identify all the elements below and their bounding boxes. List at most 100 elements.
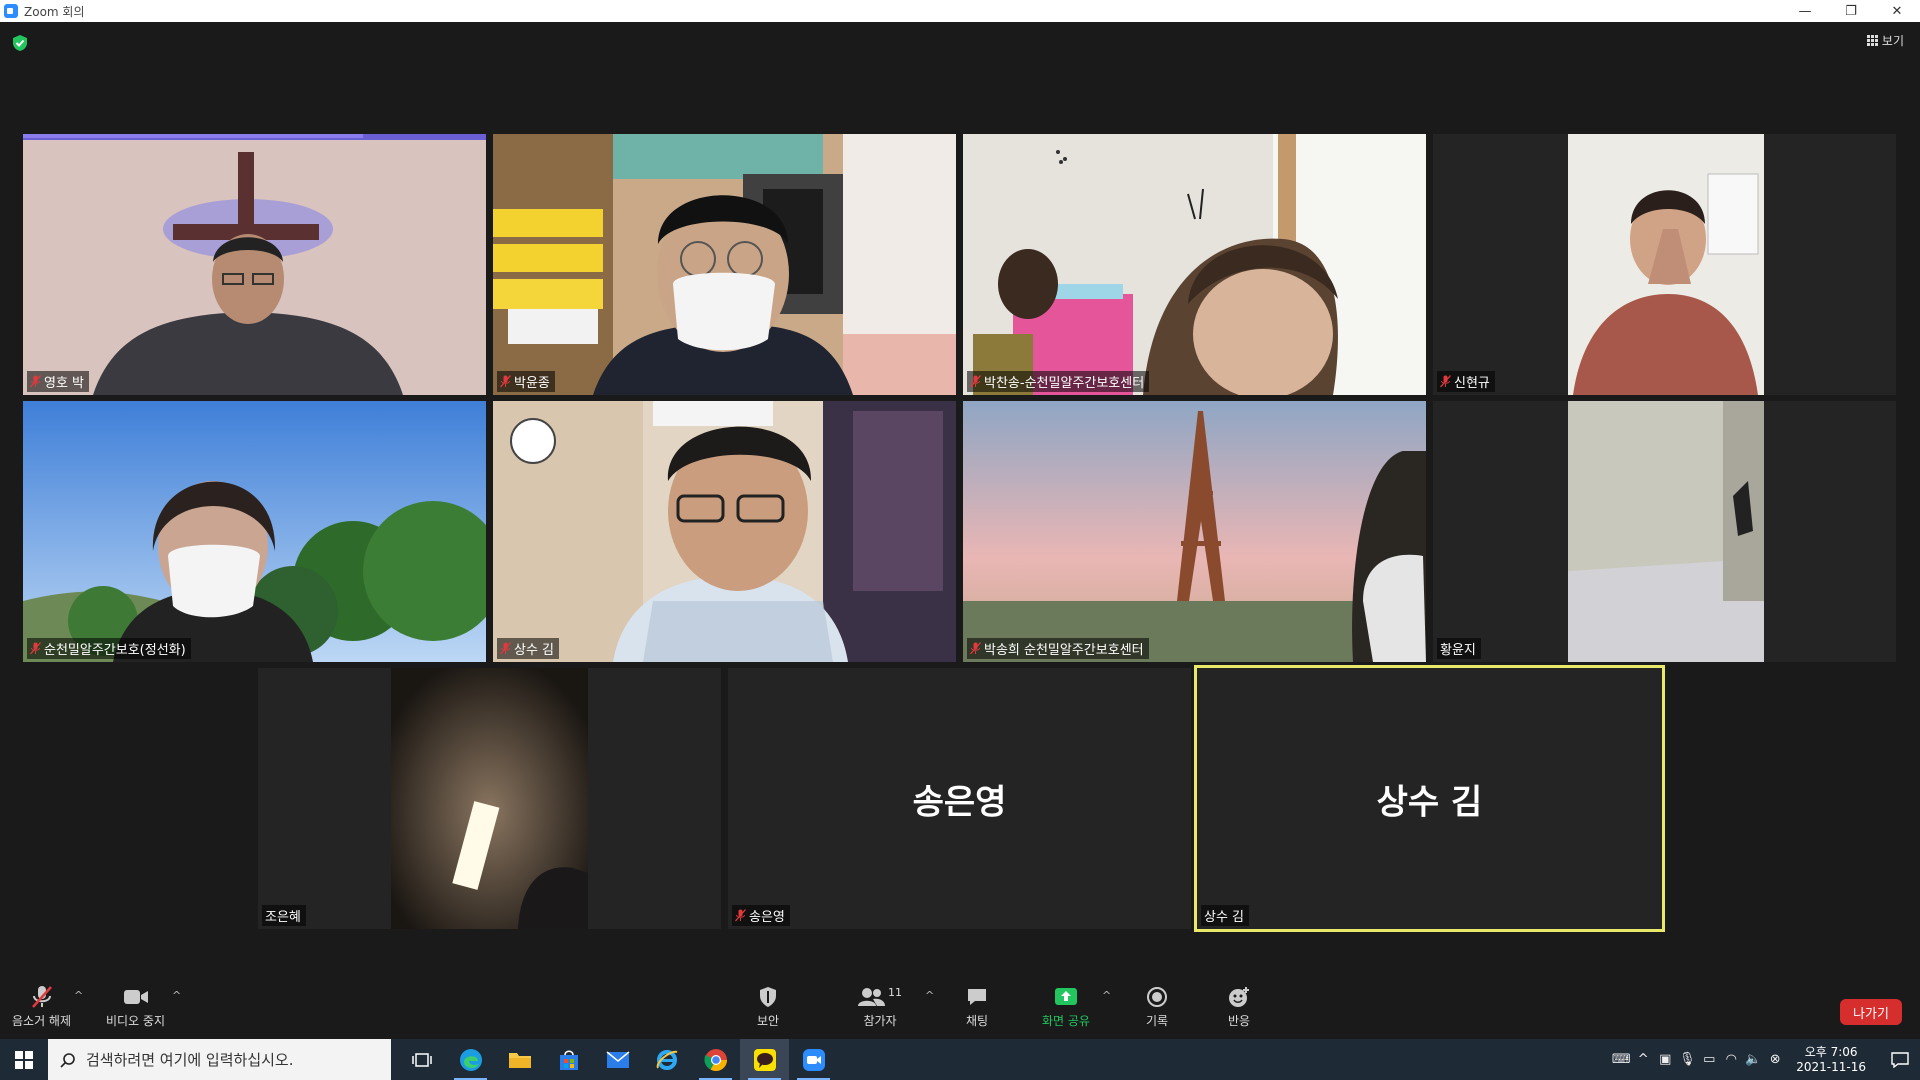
participant-name-label: 박찬송-순천밀알주간보호센터 xyxy=(967,371,1150,392)
start-button[interactable] xyxy=(0,1039,48,1080)
microphone-icon[interactable]: 🎙 xyxy=(1676,1052,1698,1067)
system-clock[interactable]: 오후 7:06 2021-11-16 xyxy=(1796,1045,1866,1075)
mic-muted-icon xyxy=(1440,375,1451,388)
grid-icon xyxy=(1866,35,1878,46)
leave-button[interactable]: 나가기 xyxy=(1840,999,1902,1025)
reactions-button[interactable]: 반응 xyxy=(1227,985,1251,1029)
video-options-caret[interactable]: ^ xyxy=(172,989,181,1002)
unmute-button[interactable]: 음소거 해제 xyxy=(12,985,71,1029)
record-icon xyxy=(1147,987,1168,1007)
participants-icon xyxy=(858,988,885,1006)
participant-name-label: 상수 김 xyxy=(1201,905,1250,926)
edge-browser-icon xyxy=(459,1048,482,1071)
task-view-button[interactable] xyxy=(397,1039,446,1080)
participant-tile[interactable]: 영호 박 xyxy=(23,134,486,395)
taskbar-kakaotalk[interactable] xyxy=(740,1039,789,1080)
participant-name: 상수 김 xyxy=(514,643,555,658)
windows-logo-icon xyxy=(15,1050,33,1069)
video-feed-light xyxy=(258,668,721,929)
mic-muted-icon xyxy=(970,642,981,655)
participant-name: 황윤지 xyxy=(1440,643,1476,658)
taskbar-mail[interactable] xyxy=(593,1039,642,1080)
participant-name-label: 황윤지 xyxy=(1437,638,1481,659)
zoom-app-icon xyxy=(802,1048,825,1071)
notification-icon xyxy=(1891,1051,1909,1068)
video-feed-pray xyxy=(1433,134,1896,395)
participant-name-label: 송은영 xyxy=(732,905,790,926)
share-screen-icon xyxy=(1054,988,1077,1005)
window-titlebar: Zoom 회의 — ❐ ✕ xyxy=(0,0,1920,22)
wifi-icon[interactable]: ◠ xyxy=(1720,1052,1742,1067)
video-feed-room xyxy=(1433,401,1896,662)
participants-button[interactable]: 11 참가자 xyxy=(858,985,902,1029)
taskbar-zoom[interactable] xyxy=(789,1039,838,1080)
window-title: Zoom 회의 xyxy=(24,4,85,19)
participant-big-name: 상수 김 xyxy=(1376,782,1483,822)
participant-tile[interactable]: 박윤종 xyxy=(493,134,956,395)
search-placeholder: 검색하려면 여기에 입력하십시오. xyxy=(86,1051,294,1069)
minimize-button[interactable]: — xyxy=(1782,0,1828,22)
taskbar-chrome[interactable] xyxy=(691,1039,740,1080)
video-feed-glasses xyxy=(493,134,956,395)
video-feed-trees xyxy=(23,401,486,662)
participant-tile[interactable]: 상수 김 xyxy=(493,401,956,662)
keyboard-ime-icon[interactable]: ⌨ xyxy=(1610,1052,1632,1067)
volume-icon[interactable]: 🔈 xyxy=(1742,1052,1764,1067)
video-feed-cross xyxy=(23,134,486,395)
battery-icon[interactable]: ▭ xyxy=(1698,1052,1720,1067)
zoom-app-icon xyxy=(4,4,18,18)
notification-center-button[interactable] xyxy=(1880,1039,1920,1080)
restore-button[interactable]: ❐ xyxy=(1828,0,1874,22)
taskbar-edge[interactable] xyxy=(446,1039,495,1080)
meet-now-icon[interactable]: ▣ xyxy=(1654,1052,1676,1067)
show-hidden-icons-button[interactable]: ^ xyxy=(1632,1052,1654,1067)
mic-muted-icon xyxy=(30,375,41,388)
folder-icon xyxy=(508,1052,531,1068)
participant-name: 박송희 순천밀알주간보호센터 xyxy=(984,643,1144,658)
taskbar-search-box[interactable]: 검색하려면 여기에 입력하십시오. xyxy=(48,1039,391,1080)
participant-tile[interactable]: 송은영 송은영 xyxy=(728,668,1191,929)
share-screen-button[interactable]: 화면 공유 xyxy=(1042,985,1090,1029)
participants-count: 11 xyxy=(888,985,902,999)
mail-icon xyxy=(606,1050,629,1068)
windows-taskbar: 검색하려면 여기에 입력하십시오. ⌨ ^ ▣ 🎙 ▭ ◠ 🔈 ⊗ 오후 7:0… xyxy=(0,1039,1920,1080)
participant-tile[interactable]: 박송희 순천밀알주간보호센터 xyxy=(963,401,1426,662)
share-options-caret[interactable]: ^ xyxy=(1102,989,1111,1002)
record-button[interactable]: 기록 xyxy=(1146,985,1168,1029)
mic-muted-icon xyxy=(30,642,41,655)
participant-name-label: 신현규 xyxy=(1437,371,1495,392)
participant-name-label: 박송희 순천밀알주간보호센터 xyxy=(967,638,1149,659)
chat-button[interactable]: 채팅 xyxy=(966,985,988,1029)
participant-big-name: 송은영 xyxy=(912,782,1007,822)
taskbar-store[interactable] xyxy=(544,1039,593,1080)
view-label: 보기 xyxy=(1881,34,1904,48)
participant-name: 영호 박 xyxy=(44,376,85,391)
participant-tile[interactable]: 조은혜 xyxy=(258,668,721,929)
taskbar-internet-explorer[interactable] xyxy=(642,1039,691,1080)
video-feed-girl xyxy=(963,134,1426,395)
close-button[interactable]: ✕ xyxy=(1874,0,1920,22)
clock-date: 2021-11-16 xyxy=(1796,1059,1866,1074)
participant-tile[interactable]: 황윤지 xyxy=(1433,401,1896,662)
mic-muted-icon xyxy=(500,642,511,655)
video-feed-eiffel xyxy=(963,401,1426,662)
participant-tile[interactable]: 순천밀알주간보호(정선화) xyxy=(23,401,486,662)
security-button[interactable]: 보안 xyxy=(757,985,779,1029)
video-camera-icon xyxy=(123,990,148,1004)
meeting-toolbar: 음소거 해제 ^ 비디오 중지 ^ 보안 11 참가자 ^ 채팅 화면 공유 ^… xyxy=(0,977,1920,1039)
shield-check-icon[interactable] xyxy=(12,34,28,52)
audio-options-caret[interactable]: ^ xyxy=(74,989,83,1002)
chrome-browser-icon xyxy=(703,1048,727,1071)
participant-name: 순천밀알주간보호(정선화) xyxy=(44,643,186,658)
internet-explorer-icon xyxy=(656,1049,677,1070)
taskbar-file-explorer[interactable] xyxy=(495,1039,544,1080)
mic-muted-icon xyxy=(735,909,746,922)
view-button[interactable]: 보기 xyxy=(1866,32,1904,49)
participant-tile[interactable]: 신현규 xyxy=(1433,134,1896,395)
participant-tile[interactable]: 박찬송-순천밀알주간보호센터 xyxy=(963,134,1426,395)
participant-name: 박윤종 xyxy=(514,376,550,391)
participant-tile-active-speaker[interactable]: 상수 김 상수 김 xyxy=(1194,665,1665,932)
participants-options-caret[interactable]: ^ xyxy=(925,989,934,1002)
stop-video-button[interactable]: 비디오 중지 xyxy=(106,985,165,1029)
network-error-icon[interactable]: ⊗ xyxy=(1764,1052,1786,1067)
